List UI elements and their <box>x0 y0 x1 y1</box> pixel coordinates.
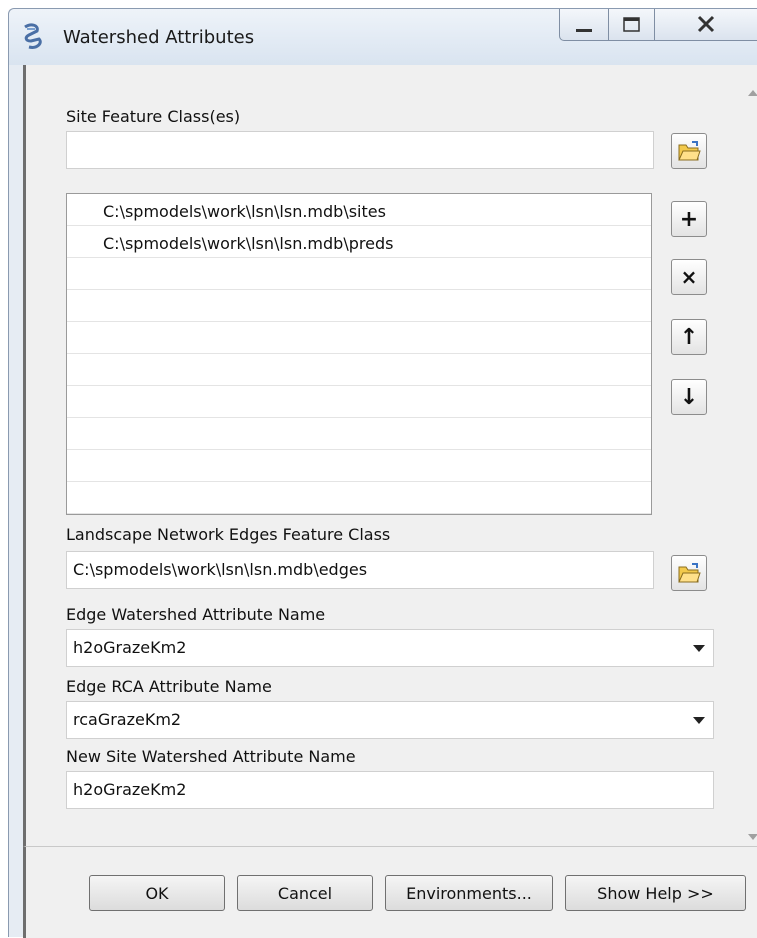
site-feature-class-list[interactable]: C:\spmodels\work\lsn\lsn.mdb\sites C:\sp… <box>66 193 652 515</box>
edge-watershed-label: Edge Watershed Attribute Name <box>66 605 326 624</box>
list-item[interactable]: C:\spmodels\work\lsn\lsn.mdb\preds <box>67 226 651 258</box>
show-help-button[interactable]: Show Help >> <box>565 875 746 911</box>
environments-button[interactable]: Environments... <box>385 875 553 911</box>
open-folder-icon <box>678 141 701 161</box>
edge-rca-value: rcaGrazeKm2 <box>73 710 182 729</box>
remove-item-button[interactable]: × <box>671 259 707 295</box>
dialog-footer: OK Cancel Environments... Show Help >> <box>23 846 757 938</box>
empty-list-row <box>67 418 651 450</box>
chevron-down-icon <box>693 717 705 724</box>
close-button[interactable] <box>655 9 757 41</box>
edge-rca-select[interactable]: rcaGrazeKm2 <box>66 701 714 739</box>
empty-list-row <box>67 450 651 482</box>
empty-list-row <box>67 290 651 322</box>
maximize-icon <box>623 17 640 32</box>
empty-list-row <box>67 258 651 290</box>
python-script-icon <box>24 23 42 49</box>
move-down-button[interactable]: ↓ <box>671 379 707 415</box>
chevron-down-icon <box>693 645 705 652</box>
edges-feature-class-input[interactable]: C:\spmodels\work\lsn\lsn.mdb\edges <box>66 551 654 589</box>
edge-watershed-select[interactable]: h2oGrazeKm2 <box>66 629 714 667</box>
scroll-down-icon <box>748 834 757 840</box>
minimize-button[interactable] <box>559 9 609 41</box>
minimize-icon <box>576 29 592 32</box>
edge-rca-label: Edge RCA Attribute Name <box>66 677 272 696</box>
empty-list-row <box>67 386 651 418</box>
site-feature-class-browse-button[interactable] <box>671 133 707 169</box>
edges-feature-class-browse-button[interactable] <box>671 555 707 591</box>
list-item[interactable]: C:\spmodels\work\lsn\lsn.mdb\sites <box>67 194 651 226</box>
site-feature-class-label: Site Feature Class(es) <box>66 107 241 126</box>
open-folder-icon <box>678 563 701 583</box>
window-title: Watershed Attributes <box>63 27 255 48</box>
title-bar[interactable]: Watershed Attributes <box>9 9 757 65</box>
edge-watershed-value: h2oGrazeKm2 <box>73 638 187 657</box>
empty-list-row <box>67 354 651 386</box>
ok-button[interactable]: OK <box>89 875 225 911</box>
cancel-button[interactable]: Cancel <box>237 875 373 911</box>
dialog-window: Watershed Attributes Site Feature Class(… <box>8 8 757 938</box>
new-site-watershed-label: New Site Watershed Attribute Name <box>66 747 356 766</box>
window-controls <box>559 9 757 43</box>
site-feature-class-input[interactable] <box>66 131 654 169</box>
close-icon <box>697 15 715 33</box>
add-item-button[interactable]: + <box>671 201 707 237</box>
new-site-watershed-input[interactable]: h2oGrazeKm2 <box>66 771 714 809</box>
edges-feature-class-label: Landscape Network Edges Feature Class <box>66 525 391 544</box>
move-up-button[interactable]: ↑ <box>671 319 707 355</box>
empty-list-row <box>67 482 651 514</box>
dialog-body: Site Feature Class(es) C:\spmodels\work\… <box>23 65 757 846</box>
scroll-up-icon <box>748 90 757 96</box>
empty-list-row <box>67 322 651 354</box>
vertical-scrollbar[interactable] <box>744 65 757 846</box>
maximize-button[interactable] <box>609 9 655 41</box>
